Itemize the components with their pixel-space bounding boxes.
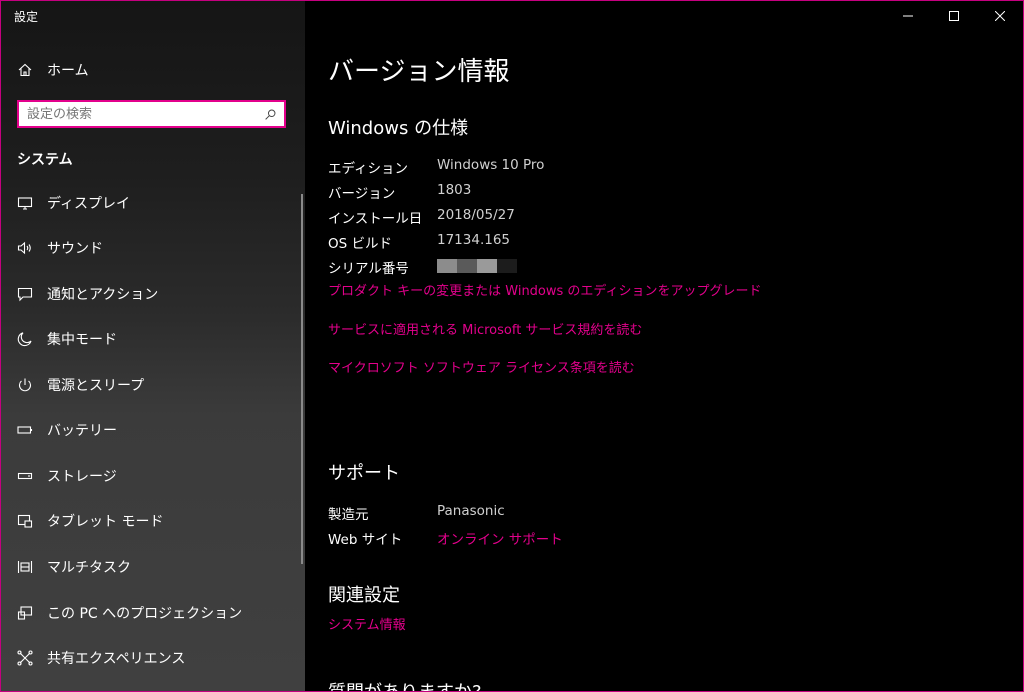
sidebar-item-tablet-mode[interactable]: タブレット モード xyxy=(1,501,301,541)
close-button[interactable] xyxy=(977,1,1023,31)
sidebar-item-label: バッテリー xyxy=(47,423,117,439)
serial-redacted xyxy=(437,259,517,273)
windows-spec-heading: Windows の仕様 xyxy=(328,118,469,139)
sidebar-item-battery[interactable]: バッテリー xyxy=(1,410,301,450)
spec-row-serial: シリアル番号 xyxy=(328,257,517,277)
display-icon xyxy=(17,195,33,211)
spec-row-version: バージョン 1803 xyxy=(328,182,471,202)
spec-key: OS ビルド xyxy=(328,236,392,252)
sidebar-scrollbar[interactable] xyxy=(301,194,303,564)
multitask-icon xyxy=(17,559,33,575)
sidebar-item-multitasking[interactable]: マルチタスク xyxy=(1,547,301,587)
related-settings-heading: 関連設定 xyxy=(328,585,400,606)
support-heading: サポート xyxy=(328,463,400,484)
home-icon xyxy=(17,62,33,78)
power-icon xyxy=(17,377,33,393)
maximize-icon xyxy=(949,11,959,21)
sidebar-item-label: 共有エクスペリエンス xyxy=(47,651,186,667)
sidebar-item-label: この PC へのプロジェクション xyxy=(47,606,243,622)
battery-icon xyxy=(17,422,33,438)
sidebar-item-sound[interactable]: サウンド xyxy=(1,228,301,268)
sidebar-item-power-sleep[interactable]: 電源とスリープ xyxy=(1,365,301,405)
online-support-link[interactable]: オンライン サポート xyxy=(437,528,563,548)
spec-key: シリアル番号 xyxy=(328,261,409,277)
sidebar-item-notifications[interactable]: 通知とアクション xyxy=(1,274,301,314)
spec-key: インストール日 xyxy=(328,211,423,227)
support-value: Panasonic xyxy=(437,503,505,519)
spec-value: 17134.165 xyxy=(437,232,511,248)
sidebar: 設定 ホーム システム ディスプレイ サウンド xyxy=(1,1,305,691)
sidebar-item-shared-experiences[interactable]: 共有エクスペリエンス xyxy=(1,638,301,678)
maximize-button[interactable] xyxy=(931,1,977,31)
sidebar-item-label: マルチタスク xyxy=(47,560,131,576)
sound-icon xyxy=(17,240,33,256)
page-title: バージョン情報 xyxy=(328,57,510,87)
sidebar-item-display[interactable]: ディスプレイ xyxy=(1,183,301,223)
spec-key: エディション xyxy=(328,161,409,177)
license-terms-link[interactable]: マイクロソフト ソフトウェア ライセンス条項を読む xyxy=(328,357,635,376)
spec-row-edition: エディション Windows 10 Pro xyxy=(328,157,544,177)
minimize-button[interactable] xyxy=(885,1,931,31)
sidebar-item-label: サウンド xyxy=(47,241,103,257)
spec-key: バージョン xyxy=(328,186,396,202)
tablet-icon xyxy=(17,513,33,529)
service-agreement-link[interactable]: サービスに適用される Microsoft サービス規約を読む xyxy=(328,319,642,338)
window-controls xyxy=(885,1,1023,31)
search-input[interactable] xyxy=(19,102,260,126)
sidebar-item-home[interactable]: ホーム xyxy=(1,50,301,90)
system-info-link[interactable]: システム情報 xyxy=(328,614,406,633)
support-key: Web サイト xyxy=(328,532,403,548)
spec-value: 1803 xyxy=(437,182,472,198)
shared-icon xyxy=(17,650,33,666)
main-content: バージョン情報 Windows の仕様 エディション Windows 10 Pr… xyxy=(306,1,1023,691)
sidebar-item-focus-assist[interactable]: 集中モード xyxy=(1,319,301,359)
sidebar-item-label: ストレージ xyxy=(47,469,117,485)
search-box[interactable] xyxy=(17,100,286,128)
sidebar-item-label: タブレット モード xyxy=(47,514,164,530)
notification-icon xyxy=(17,286,33,302)
projection-icon xyxy=(17,605,33,621)
storage-icon xyxy=(17,468,33,484)
sidebar-item-label: ディスプレイ xyxy=(47,196,131,212)
sidebar-item-label: ホーム xyxy=(47,63,89,79)
settings-window: 設定 ホーム システム ディスプレイ サウンド xyxy=(0,0,1024,692)
search-icon[interactable] xyxy=(260,104,280,124)
minimize-icon xyxy=(903,15,913,17)
app-title: 設定 xyxy=(14,10,39,24)
sidebar-item-projecting[interactable]: この PC へのプロジェクション xyxy=(1,593,301,633)
support-row-website: Web サイト オンライン サポート xyxy=(328,528,563,548)
close-icon xyxy=(995,11,1005,21)
sidebar-item-label: 電源とスリープ xyxy=(47,378,145,394)
sidebar-item-label: 集中モード xyxy=(47,332,117,348)
sidebar-item-label: 通知とアクション xyxy=(47,287,159,303)
support-row-manufacturer: 製造元 Panasonic xyxy=(328,503,505,523)
question-heading: 質問がありますか? xyxy=(328,678,482,691)
spec-value: Windows 10 Pro xyxy=(437,157,545,173)
spec-value: 2018/05/27 xyxy=(437,207,515,223)
support-key: 製造元 xyxy=(328,507,369,523)
section-label-system: システム xyxy=(17,152,73,168)
moon-icon xyxy=(17,331,33,347)
spec-row-install-date: インストール日 2018/05/27 xyxy=(328,207,515,227)
upgrade-edition-link[interactable]: プロダクト キーの変更または Windows のエディションをアップグレード xyxy=(328,280,762,299)
spec-row-os-build: OS ビルド 17134.165 xyxy=(328,232,510,252)
sidebar-item-storage[interactable]: ストレージ xyxy=(1,456,301,496)
